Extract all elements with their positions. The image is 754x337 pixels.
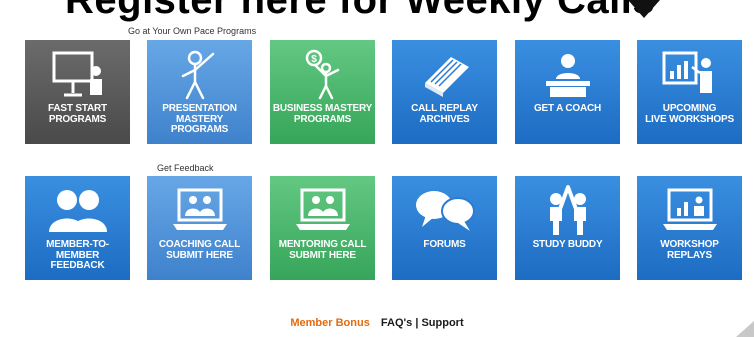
- high-five-icon: [515, 182, 620, 238]
- tile-label: STUDY BUDDY: [532, 239, 603, 250]
- tile-label: PRESENTATION MASTERY PROGRAMS: [162, 103, 237, 135]
- laptop-chart-icon: [637, 182, 742, 238]
- tile-label: UPCOMING LIVE WORKSHOPS: [645, 103, 734, 125]
- speech-bubbles-icon: [392, 182, 497, 238]
- coach-at-desk-icon: [515, 46, 620, 102]
- tile-forums[interactable]: FORUMS: [392, 176, 497, 280]
- laptop-people-icon: [270, 182, 375, 238]
- person-with-dollar-icon: $: [270, 46, 375, 102]
- tile-coaching-call-submit[interactable]: COACHING CALL SUBMIT HERE: [147, 176, 252, 280]
- member-bonus-link[interactable]: Member Bonus: [290, 317, 369, 329]
- tile-label: FAST START PROGRAMS: [48, 103, 107, 125]
- tile-label: MENTORING CALL SUBMIT HERE: [278, 239, 367, 261]
- tile-member-to-member-feedback[interactable]: MEMBER-TO-MEMBER FEEDBACK: [25, 176, 130, 280]
- banner-headline[interactable]: Register here for Weekly Calls: [65, 0, 655, 22]
- support-link[interactable]: Support: [421, 317, 463, 329]
- laptop-people-icon: [147, 182, 252, 238]
- presenter-pointing-icon: [147, 46, 252, 102]
- tile-label: FORUMS: [423, 239, 466, 250]
- faqs-link[interactable]: FAQ's: [381, 317, 412, 329]
- two-people-icon: [25, 182, 130, 238]
- tile-label: COACHING CALL SUBMIT HERE: [158, 239, 241, 261]
- footer-links: Member Bonus FAQ's | Support: [0, 317, 754, 329]
- tile-fast-start-programs[interactable]: FAST START PROGRAMS: [25, 40, 130, 144]
- tile-label: WORKSHOP REPLAYS: [660, 239, 719, 261]
- heart-icon: [628, 0, 660, 18]
- tile-study-buddy[interactable]: STUDY BUDDY: [515, 176, 620, 280]
- tile-label: GET A COACH: [533, 103, 602, 114]
- page-curl-icon: [736, 321, 754, 337]
- footer-separator: |: [415, 317, 419, 329]
- tile-workshop-replays[interactable]: WORKSHOP REPLAYS: [637, 176, 742, 280]
- tile-get-a-coach[interactable]: GET A COACH: [515, 40, 620, 144]
- tile-label: MEMBER-TO-MEMBER FEEDBACK: [46, 239, 109, 271]
- register-banner[interactable]: Register here for Weekly Calls: [0, 0, 754, 22]
- tile-business-mastery-programs[interactable]: $ BUSINESS MASTERY PROGRAMS: [270, 40, 375, 144]
- presenter-chart-icon: [637, 46, 742, 102]
- section-label-feedback: Get Feedback: [157, 163, 214, 173]
- book-icon: [392, 46, 497, 102]
- tile-presentation-mastery-programs[interactable]: PRESENTATION MASTERY PROGRAMS: [147, 40, 252, 144]
- tile-label: CALL REPLAY ARCHIVES: [411, 103, 478, 125]
- tile-call-replay-archives[interactable]: CALL REPLAY ARCHIVES: [392, 40, 497, 144]
- svg-text:$: $: [311, 54, 317, 65]
- tile-upcoming-live-workshops[interactable]: UPCOMING LIVE WORKSHOPS: [637, 40, 742, 144]
- section-label-own-pace: Go at Your Own Pace Programs: [128, 26, 257, 36]
- tile-label: BUSINESS MASTERY PROGRAMS: [272, 103, 373, 125]
- tile-mentoring-call-submit[interactable]: MENTORING CALL SUBMIT HERE: [270, 176, 375, 280]
- presentation-board-icon: [25, 46, 130, 102]
